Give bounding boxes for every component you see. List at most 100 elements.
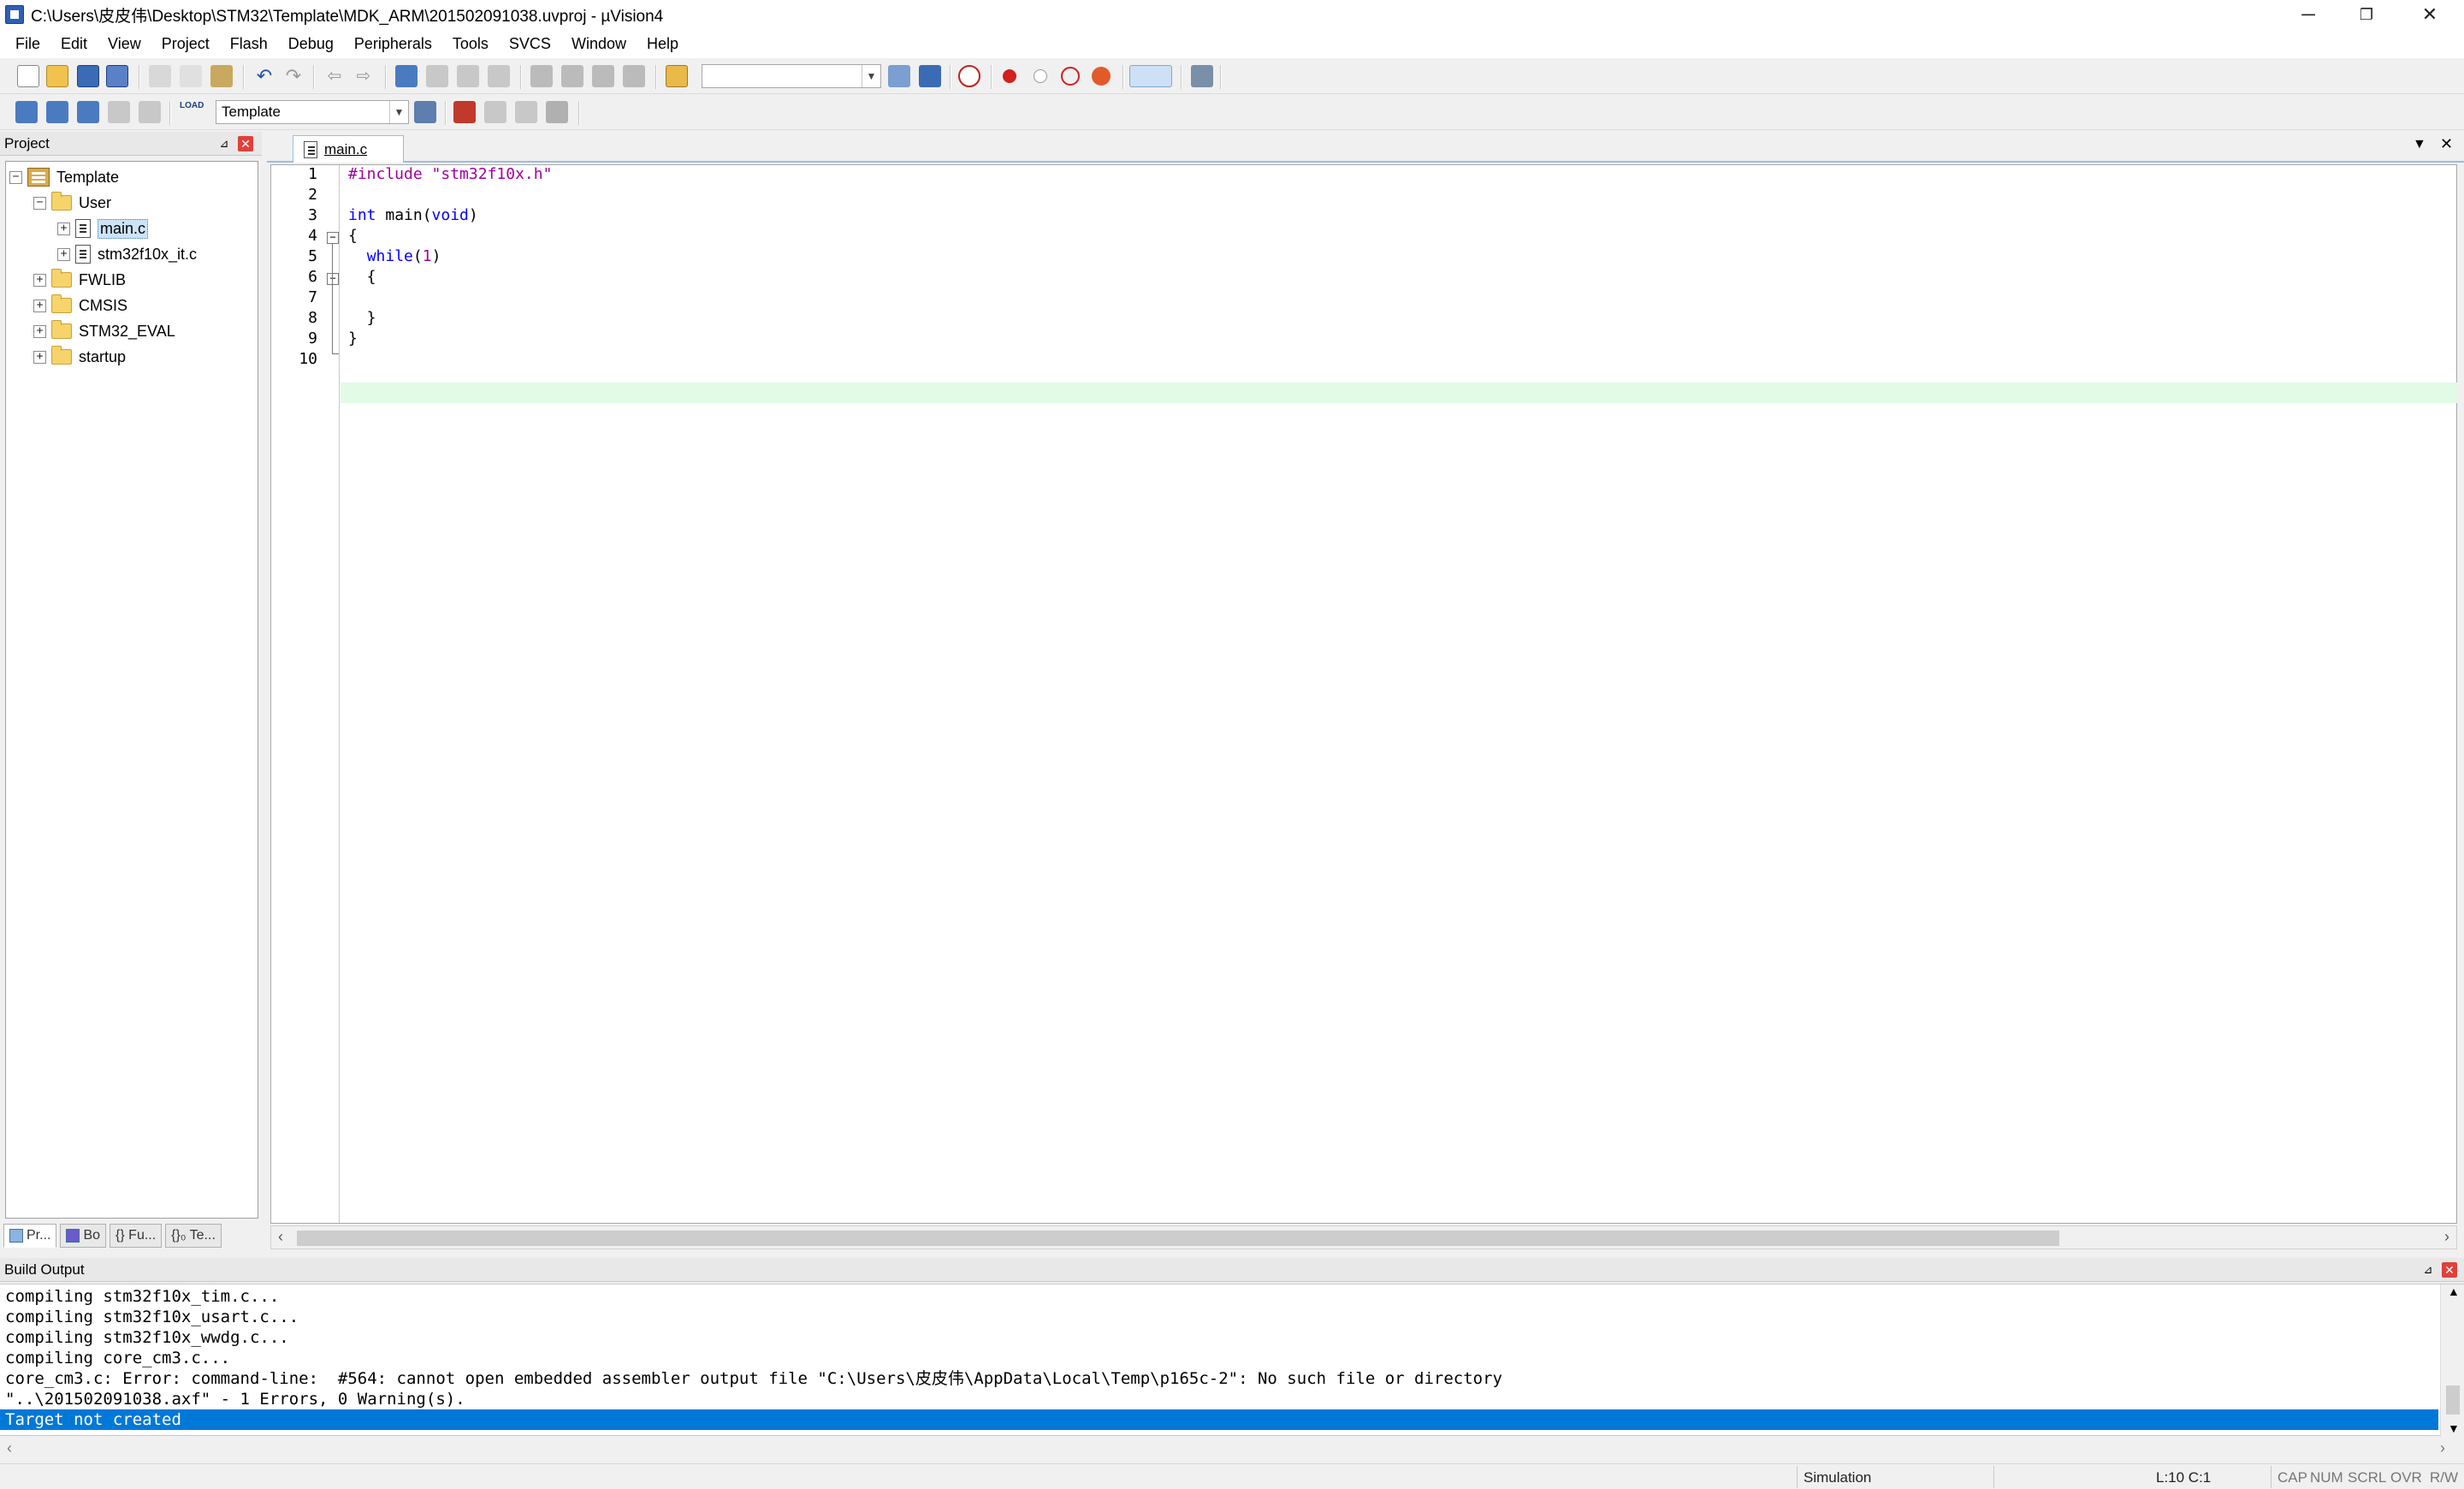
chevron-down-icon[interactable]: ▼ [389,101,408,123]
comment-icon[interactable] [592,65,614,87]
tab-functions[interactable]: {} Fu... [110,1224,163,1248]
expand-icon[interactable]: + [33,324,46,338]
tab-project[interactable]: Pr... [3,1224,57,1248]
collapse-icon[interactable]: − [9,170,22,184]
tree-node-stm32f10x-it-c[interactable]: + stm32f10x_it.c [57,242,197,266]
breakpoint-kill-all-icon[interactable] [1092,67,1111,86]
menu-edit[interactable]: Edit [50,29,98,58]
fold-collapse-icon[interactable]: − [327,273,339,285]
editor-horizontal-scrollbar[interactable]: ‹ › [270,1225,2457,1249]
bookmark-toggle-icon[interactable] [395,65,418,87]
menu-flash[interactable]: Flash [220,29,278,58]
menu-peripherals[interactable]: Peripherals [344,29,442,58]
tab-dropdown-icon[interactable]: ▼ [2413,137,2426,152]
restore-button[interactable]: ❐ [2337,0,2396,29]
find-in-files-icon[interactable] [666,65,688,87]
menu-view[interactable]: View [98,29,151,58]
open-file-icon[interactable] [46,65,68,87]
tab-main-c[interactable]: main.c [293,135,404,163]
target-options-icon[interactable] [414,101,436,123]
tree-node-fwlib[interactable]: + FWLIB [33,268,126,292]
unindent-icon[interactable] [561,65,583,87]
undo-icon[interactable]: ↶ [253,65,275,87]
menu-tools[interactable]: Tools [442,29,499,58]
cut-icon[interactable] [149,65,171,87]
download-icon[interactable]: LOAD [180,101,204,123]
build-icon[interactable] [46,101,68,123]
incremental-find-icon[interactable] [919,65,941,87]
minimize-button[interactable]: ─ [2279,0,2337,29]
expand-icon[interactable]: + [33,350,46,364]
nav-forward-icon[interactable]: ⇨ [352,65,375,87]
expand-icon[interactable]: + [33,273,46,287]
close-tab-icon[interactable]: ✕ [2440,135,2453,153]
code-editor[interactable]: 1 2 3 4 5 6 7 8 9 10 − − #include "stm32… [270,164,2457,1224]
menu-help[interactable]: Help [637,29,689,58]
menu-file[interactable]: File [5,29,50,58]
save-all-icon[interactable] [106,65,128,87]
redo-icon[interactable]: ↷ [282,65,305,87]
output-vertical-scrollbar[interactable]: ▲ ▼ [2440,1284,2464,1437]
indent-icon[interactable] [530,65,553,87]
bookmark-next-icon[interactable] [457,65,479,87]
scrollbar-thumb[interactable] [297,1231,2059,1246]
tree-node-cmsis[interactable]: + CMSIS [33,294,127,317]
scroll-left-icon[interactable]: ‹ [7,1439,12,1457]
build-output-text[interactable]: compiling stm32f10x_tim.c... compiling s… [0,1284,2464,1437]
tree-node-template[interactable]: − Template [9,165,119,189]
menu-project[interactable]: Project [151,29,220,58]
scroll-left-icon[interactable]: ‹ [278,1228,283,1246]
fold-collapse-icon[interactable]: − [327,232,339,244]
start-debug-icon[interactable] [958,65,980,87]
close-panel-icon[interactable]: ✕ [2442,1262,2457,1278]
batch-build-icon[interactable] [108,101,130,123]
menu-svcs[interactable]: SVCS [499,29,561,58]
stop-build-icon[interactable] [139,101,161,123]
translate-icon[interactable] [15,101,38,123]
expand-icon[interactable]: + [57,222,70,235]
breakpoint-insert-icon[interactable] [1003,69,1016,83]
tab-templates[interactable]: {}₀ Te... [165,1224,222,1248]
tree-node-stm32-eval[interactable]: + STM32_EVAL [33,319,175,343]
scrollbar-thumb[interactable] [2446,1385,2460,1415]
uncomment-icon[interactable] [623,65,645,87]
save-icon[interactable] [77,65,99,87]
manage-components-icon[interactable] [453,101,476,123]
scroll-right-icon[interactable]: › [2444,1228,2449,1246]
breakpoint-disable-all-icon[interactable] [1061,67,1080,86]
tree-node-main-c[interactable]: + main.c [57,217,149,240]
select-packs-icon[interactable] [484,101,506,123]
window-layout-icon[interactable] [1129,65,1172,87]
collapse-icon[interactable]: − [33,196,46,210]
pack-installer-icon[interactable] [546,101,568,123]
nav-back-icon[interactable]: ⇦ [323,65,346,87]
scroll-down-icon[interactable]: ▼ [2448,1421,2460,1435]
close-panel-icon[interactable]: ✕ [238,136,253,151]
expand-icon[interactable]: + [57,247,70,261]
rebuild-icon[interactable] [77,101,99,123]
scroll-right-icon[interactable]: › [2440,1439,2445,1457]
pin-icon[interactable]: ⊿ [217,137,231,151]
find-combo[interactable]: ▼ [702,64,881,88]
menu-debug[interactable]: Debug [278,29,344,58]
tree-node-startup[interactable]: + startup [33,345,126,369]
pin-icon[interactable]: ⊿ [2421,1263,2435,1277]
copy-icon[interactable] [180,65,202,87]
paste-icon[interactable] [210,65,233,87]
tree-node-user[interactable]: − User [33,191,111,215]
bookmark-prev-icon[interactable] [426,65,448,87]
target-select[interactable]: Template ▼ [216,100,409,124]
menu-window[interactable]: Window [561,29,637,58]
expand-icon[interactable]: + [33,299,46,312]
tab-books[interactable]: Bo [60,1224,107,1248]
bookmark-clear-icon[interactable] [488,65,510,87]
new-file-icon[interactable] [17,65,39,87]
find-icon[interactable] [888,65,910,87]
breakpoint-disable-icon[interactable] [1034,69,1047,83]
configure-icon[interactable] [1191,65,1213,87]
chevron-down-icon[interactable]: ▼ [862,65,880,87]
manage-rte-icon[interactable] [515,101,537,123]
output-line-selected[interactable]: Target not created [0,1409,2438,1430]
output-horizontal-scrollbar[interactable]: ‹ › [0,1438,2464,1460]
scroll-up-icon[interactable]: ▲ [2448,1284,2460,1298]
